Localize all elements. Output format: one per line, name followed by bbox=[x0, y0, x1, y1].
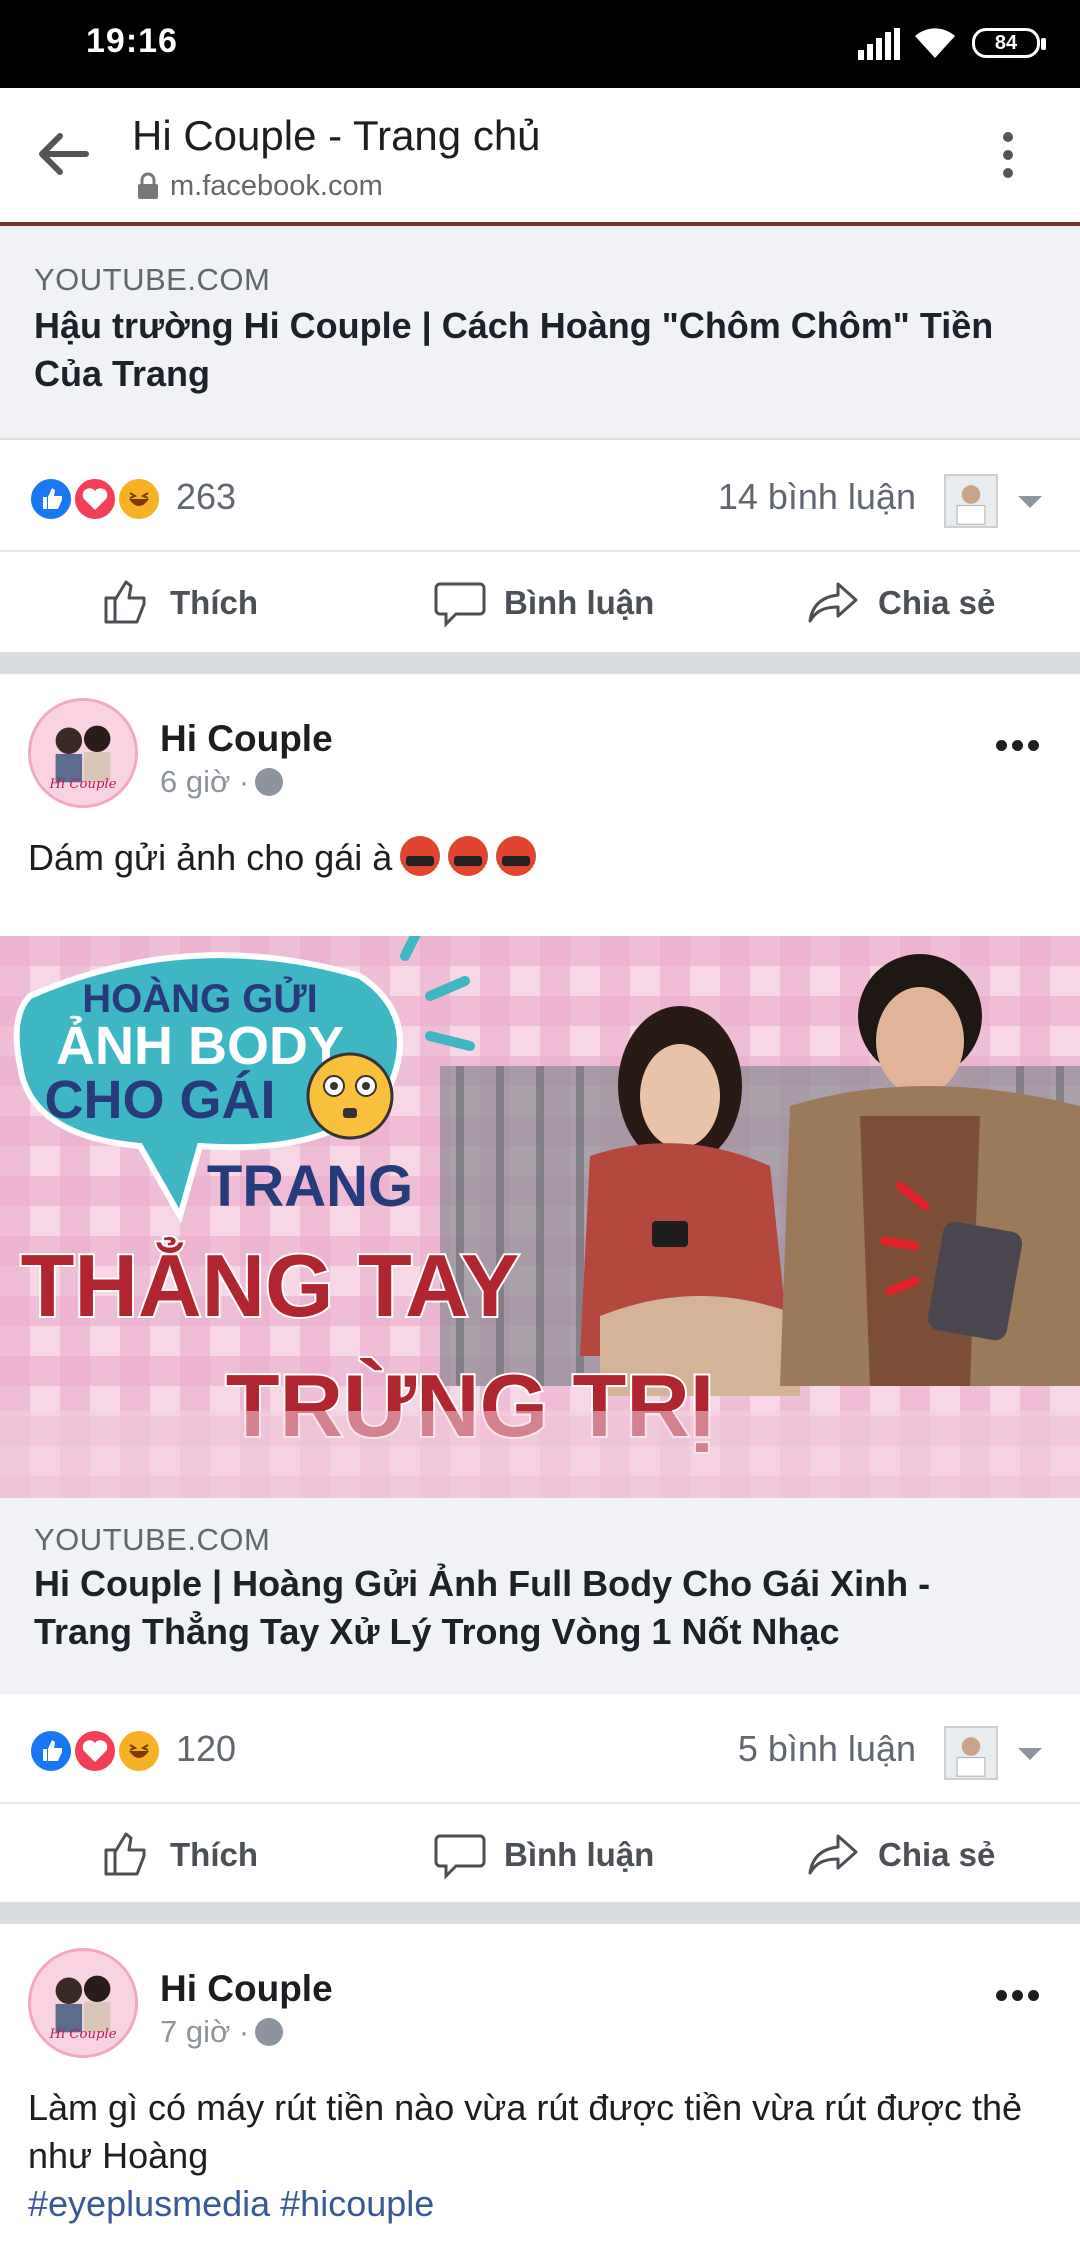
thumbnail-edge bbox=[0, 222, 1080, 226]
thumbnail-text-line1: HOÀNG GỬI bbox=[82, 975, 317, 1021]
thumbnail-text-line2: ẢNH BODY bbox=[56, 1016, 344, 1076]
haha-reaction-icon bbox=[116, 476, 162, 522]
author-name[interactable]: Hi Couple bbox=[160, 718, 333, 760]
post-text: Làm gì có máy rút tiền nào vừa rút được … bbox=[28, 2087, 1023, 2224]
comment-icon bbox=[434, 582, 486, 628]
commenter-avatar bbox=[944, 474, 998, 528]
commenter-avatar bbox=[944, 1726, 998, 1780]
chevron-down-icon[interactable] bbox=[1018, 496, 1042, 508]
thumbnail-artwork: HOÀNG GỬI ẢNH BODY CHO GÁI TRANG THẲNG T… bbox=[0, 936, 1080, 1498]
thumbnail-text-line4: TRANG bbox=[207, 1154, 413, 1219]
comment-count[interactable]: 14 bình luận bbox=[718, 476, 916, 518]
svg-text:Hi Couple: Hi Couple bbox=[48, 777, 116, 792]
shocked-emoji-icon bbox=[306, 1052, 394, 1140]
battery-icon: 84 bbox=[972, 28, 1046, 58]
page-avatar[interactable]: Hi Couple bbox=[28, 1948, 138, 2058]
share-icon bbox=[808, 1834, 858, 1875]
angry-face-icon bbox=[448, 836, 489, 876]
share-icon bbox=[808, 582, 858, 623]
reaction-icons bbox=[28, 1728, 164, 1776]
angry-face-icon bbox=[400, 836, 441, 876]
status-bar: 19:16 84 bbox=[0, 0, 1080, 88]
reaction-icons bbox=[28, 476, 164, 524]
angry-face-icon bbox=[496, 836, 537, 876]
love-reaction-icon bbox=[72, 1728, 118, 1774]
globe-icon bbox=[255, 768, 284, 796]
post-card: Hi Couple Hi Couple 7 giờ · Làm gì có má… bbox=[0, 1924, 1080, 2248]
lock-icon bbox=[138, 172, 158, 199]
thumbs-up-icon bbox=[104, 1832, 146, 1876]
globe-icon bbox=[255, 2018, 284, 2046]
page-title: Hi Couple - Trang chủ bbox=[132, 112, 541, 159]
haha-reaction-icon bbox=[116, 1728, 162, 1774]
reaction-count: 120 bbox=[176, 1728, 237, 1769]
post-actions: Thích Bình luận Chia sẻ bbox=[0, 1802, 1080, 1904]
comment-icon bbox=[434, 1834, 486, 1880]
post-time: 6 giờ · bbox=[160, 764, 284, 800]
reactions-bar[interactable]: 120 5 bình luận bbox=[0, 1694, 1080, 1802]
post-separator bbox=[0, 1902, 1080, 1924]
chevron-down-icon[interactable] bbox=[1018, 1748, 1042, 1760]
thumbs-up-icon bbox=[104, 580, 146, 624]
video-thumbnail[interactable]: HOÀNG GỬI ẢNH BODY CHO GÁI TRANG THẲNG T… bbox=[0, 936, 1080, 1498]
link-domain: YOUTUBE.COM bbox=[34, 1522, 271, 1557]
back-arrow-icon[interactable] bbox=[38, 132, 90, 176]
reactions-bar[interactable]: 263 14 bình luận bbox=[0, 442, 1080, 550]
post-separator bbox=[0, 652, 1080, 674]
hashtag-links[interactable]: #eyeplusmedia #hicouple bbox=[28, 2183, 434, 2224]
link-preview[interactable]: YOUTUBE.COM Hậu trường Hi Couple | Cách … bbox=[0, 222, 1080, 440]
like-reaction-icon bbox=[28, 476, 74, 522]
signal-icon bbox=[858, 28, 900, 60]
thumbnail-text-line3: CHO GÁI bbox=[44, 1070, 275, 1130]
link-title: Hậu trường Hi Couple | Cách Hoàng "Chôm … bbox=[34, 305, 994, 394]
thumbnail-text-line5: THẲNG TAY bbox=[21, 1236, 520, 1335]
link-title: Hi Couple | Hoàng Gửi Ảnh Full Body Cho … bbox=[34, 1563, 931, 1652]
wifi-icon bbox=[915, 28, 955, 58]
post-time: 7 giờ · bbox=[160, 2014, 284, 2050]
url-text: m.facebook.com bbox=[170, 170, 383, 202]
post-options-icon[interactable] bbox=[996, 1988, 1044, 2002]
page-avatar[interactable]: Hi Couple bbox=[28, 698, 138, 808]
post-actions: Thích Bình luận Chia sẻ bbox=[0, 550, 1080, 652]
love-reaction-icon bbox=[72, 476, 118, 522]
link-domain: YOUTUBE.COM bbox=[34, 262, 271, 297]
browser-toolbar: Hi Couple - Trang chủ m.facebook.com bbox=[0, 88, 1080, 222]
post-card: Hi Couple Hi Couple 6 giờ · Dám gửi ảnh … bbox=[0, 674, 1080, 1904]
reaction-count: 263 bbox=[176, 476, 237, 517]
comment-count[interactable]: 5 bình luận bbox=[738, 1728, 916, 1770]
author-name[interactable]: Hi Couple bbox=[160, 1968, 333, 2010]
status-time: 19:16 bbox=[86, 22, 178, 60]
overflow-menu-icon[interactable] bbox=[994, 128, 1022, 184]
like-reaction-icon bbox=[28, 1728, 74, 1774]
post-text: Dám gửi ảnh cho gái à bbox=[28, 834, 1048, 882]
post-options-icon[interactable] bbox=[996, 738, 1044, 752]
link-preview[interactable]: YOUTUBE.COM Hi Couple | Hoàng Gửi Ảnh Fu… bbox=[0, 1498, 1080, 1704]
svg-text:Hi Couple: Hi Couple bbox=[48, 2027, 116, 2042]
